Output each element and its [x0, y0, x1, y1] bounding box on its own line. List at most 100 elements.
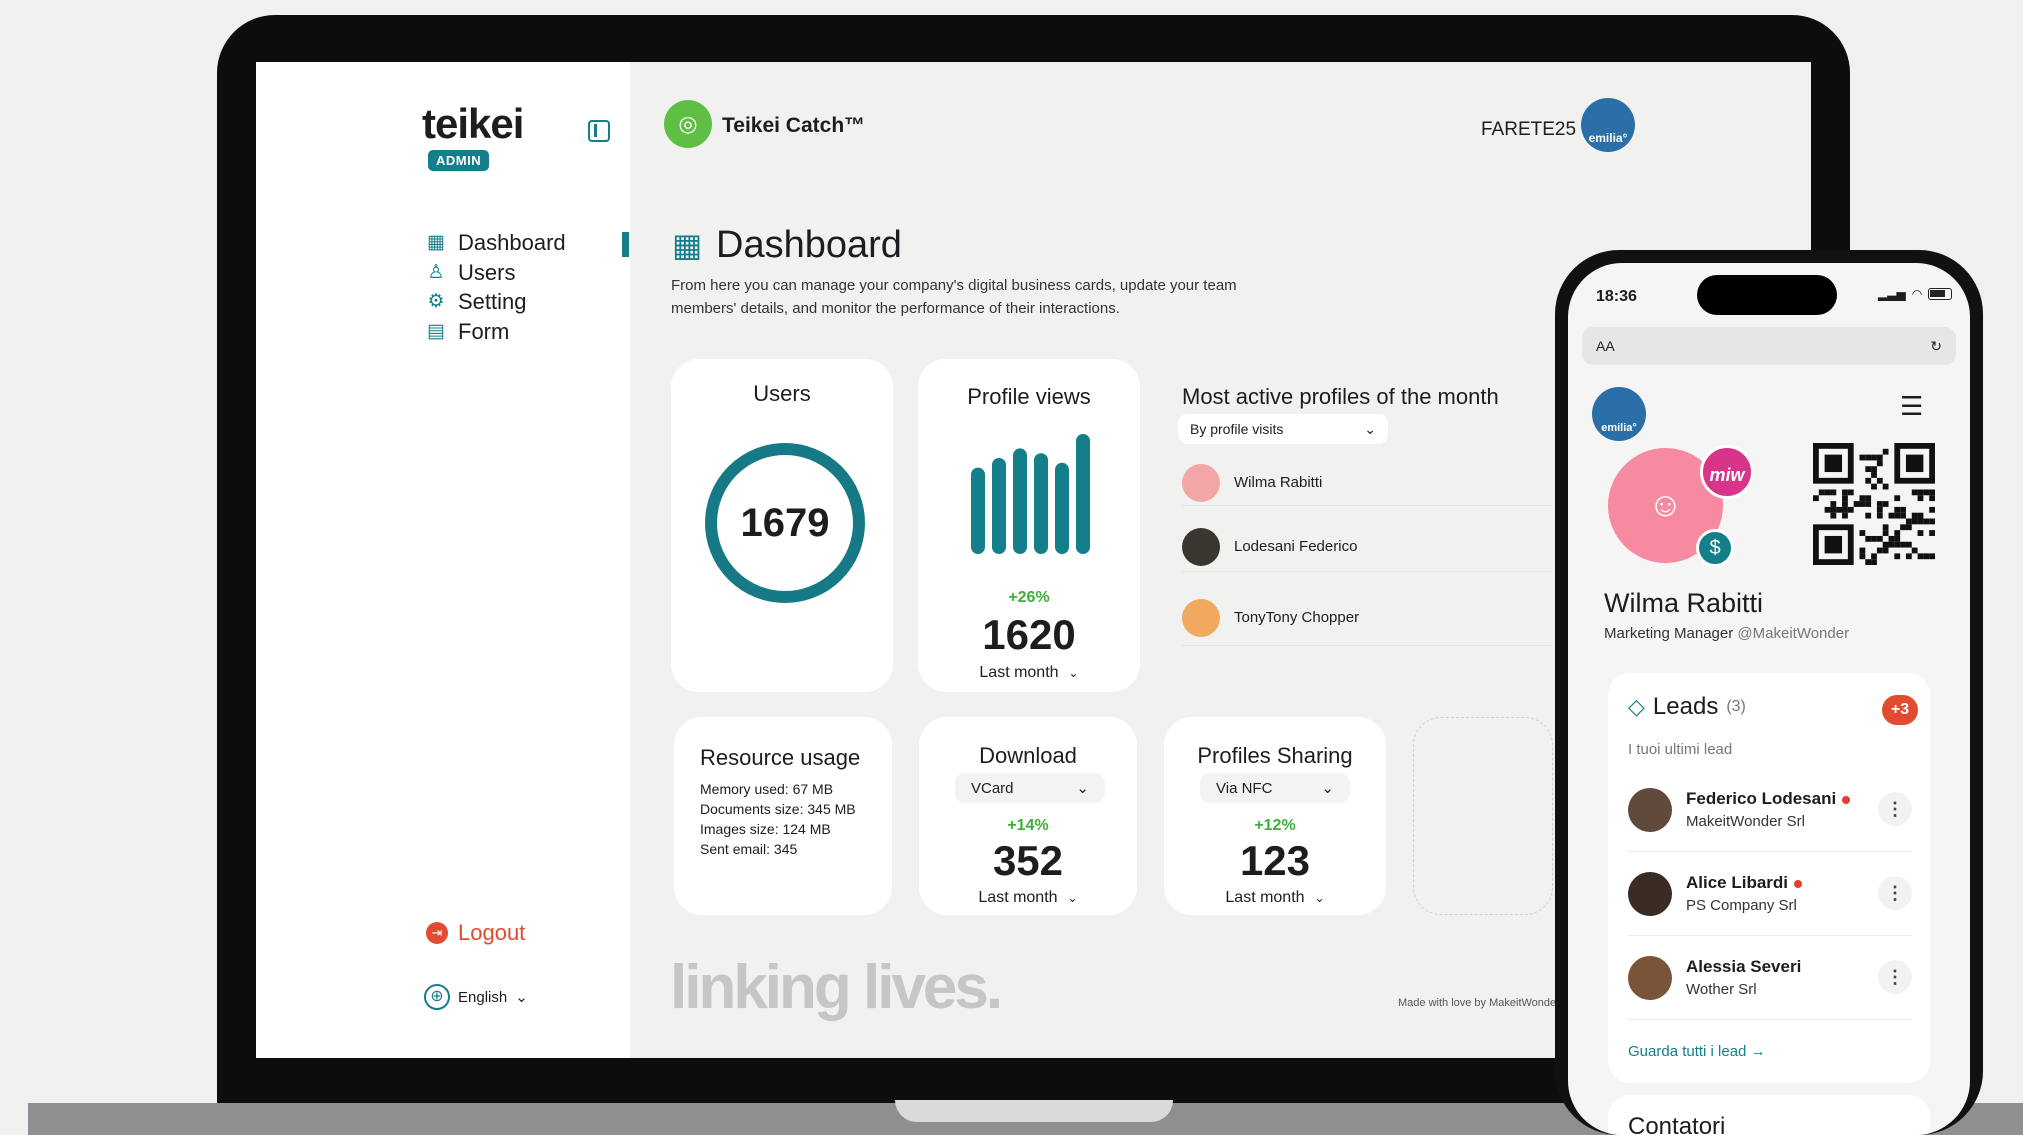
phone-screen: 18:36 ▂▃▅ ◠ AA ↻ emilia° ☰ ☺ miw $ Wilma R… [1568, 263, 1970, 1135]
profile-views-bar [1055, 462, 1069, 554]
period-select[interactable]: Last month ⌄ [1164, 889, 1386, 907]
qr-module [1847, 506, 1854, 513]
status-time: 18:36 [1596, 288, 1637, 305]
more-options-icon[interactable]: ⋮ [1878, 960, 1912, 994]
qr-module [1917, 489, 1924, 496]
more-options-icon[interactable]: ⋮ [1878, 792, 1912, 826]
sharing-filter[interactable]: Via NFC ⌄ [1200, 773, 1350, 803]
username: FARETE25 [1481, 119, 1577, 140]
qr-module [1824, 489, 1831, 496]
grid-icon: ▦ [427, 232, 445, 253]
download-card: Download VCard ⌄ +14% 352 Last month ⌄ [919, 717, 1137, 915]
qr-module [1882, 501, 1889, 507]
profile-views-change: +26% [1008, 589, 1050, 606]
form-icon: ▤ [427, 321, 445, 342]
qr-module [1859, 454, 1866, 461]
qr-module [1900, 506, 1906, 513]
qr-module [1905, 541, 1912, 548]
qr-module [1876, 535, 1883, 542]
text-size-button[interactable]: AA [1596, 338, 1615, 354]
reload-icon[interactable]: ↻ [1930, 338, 1942, 355]
qr-module [1818, 489, 1825, 496]
admin-badge: ADMIN [428, 150, 490, 171]
qr-module [1876, 454, 1883, 461]
logout-button[interactable]: ⇥ Logout [426, 920, 525, 946]
profile-avatar [1182, 598, 1220, 637]
qr-module [1900, 541, 1906, 548]
qr-module [1865, 454, 1872, 461]
qr-module [1894, 553, 1901, 560]
period-select[interactable]: Last month ⌄ [919, 889, 1137, 907]
nav-item-setting[interactable]: ⚙ Setting [426, 289, 526, 315]
leads-subtitle: I tuoi ultimi lead [1628, 741, 1733, 758]
teikei-logo: teikei [422, 100, 524, 147]
users-count: 1679 [740, 500, 830, 545]
qr-module [1929, 495, 1935, 502]
period-select[interactable]: Last month ⌄ [918, 664, 1140, 682]
qr-module [1859, 553, 1866, 560]
account-avatar[interactable]: emilia° [1581, 98, 1635, 152]
app-title: Teikei Catch™ [722, 114, 866, 137]
qr-module [1905, 553, 1912, 560]
qr-module [1888, 512, 1895, 519]
lead-item[interactable]: Federico Lodesani MakeitWonder Srl ⋮ [1628, 768, 1912, 852]
qr-module [1842, 495, 1848, 502]
qr-module [1876, 512, 1883, 519]
nav-item-form[interactable]: ▤ Form [426, 319, 509, 345]
logout-icon: ⇥ [426, 922, 448, 944]
qr-module [1911, 547, 1918, 554]
download-title: Download [979, 743, 1077, 768]
qr-module [1876, 477, 1883, 484]
profile-views-bar [1013, 448, 1027, 554]
active-profiles-filter[interactable]: By profile visits ⌄ [1178, 414, 1388, 444]
lead-item[interactable]: Alice Libardi PS Company Srl ⋮ [1628, 852, 1912, 936]
verified-icon: $ [1696, 529, 1734, 567]
view-all-leads-link[interactable]: Guarda tutti i lead → [1628, 1043, 1766, 1060]
browser-address-bar[interactable]: AA ↻ [1582, 327, 1956, 365]
hamburger-menu-icon[interactable]: ☰ [1900, 393, 1923, 419]
profile-row[interactable]: Lodesani Federico [1182, 522, 1552, 572]
qr-module [1888, 541, 1895, 548]
more-options-icon[interactable]: ⋮ [1878, 876, 1912, 910]
qr-module [1871, 535, 1877, 542]
qr-module [1882, 530, 1889, 536]
qr-module [1830, 512, 1837, 519]
page-title: Dashboard [716, 224, 902, 266]
sharing-value: 123 [1239, 837, 1311, 884]
qr-module [1894, 530, 1901, 536]
resource-usage-list: Memory used: 67 MB Documents size: 345 M… [700, 781, 856, 857]
signal-icon: ▂▃▅ [1878, 287, 1906, 301]
download-value: 352 [992, 837, 1064, 884]
qr-module [1894, 506, 1901, 513]
qr-module [1842, 501, 1848, 507]
qr-code[interactable] [1813, 443, 1935, 565]
language-select[interactable]: ⊕ English ⌄ [424, 984, 528, 1010]
lead-avatar [1628, 871, 1672, 916]
chevron-down-icon: ⌄ [1364, 420, 1376, 437]
qr-module [1923, 553, 1930, 560]
unread-dot [1794, 879, 1803, 888]
resource-usage-title: Resource usage [700, 745, 861, 770]
collapse-sidebar-icon[interactable] [588, 120, 610, 142]
nav-item-users[interactable]: ♙ Users [426, 260, 515, 286]
diamond-icon: ◇ [1628, 694, 1645, 719]
download-filter[interactable]: VCard ⌄ [955, 773, 1105, 803]
qr-module [1894, 512, 1901, 519]
profile-views-bar [1076, 434, 1090, 554]
gear-icon: ⚙ [427, 291, 445, 312]
qr-module [1824, 535, 1843, 554]
profile-views-card: Profile views +26% 1620 Last month ⌄ [918, 359, 1140, 692]
leads-header: ◇ Leads (3) [1628, 693, 1746, 720]
qr-module [1917, 512, 1924, 519]
qr-module [1847, 489, 1854, 496]
qr-module [1836, 506, 1843, 513]
nav-item-dashboard[interactable]: ▦ Dashboard [426, 230, 566, 256]
profile-row[interactable]: TonyTony Chopper [1182, 590, 1552, 646]
qr-module [1917, 530, 1924, 536]
profile-row[interactable]: Wilma Rabitti [1182, 460, 1552, 506]
qr-module [1894, 535, 1901, 542]
profiles-sharing-title: Profiles Sharing [1197, 743, 1353, 768]
qr-module [1859, 530, 1866, 536]
lead-item[interactable]: Alessia Severi Wother Srl ⋮ [1628, 936, 1912, 1020]
users-card-title: Users [753, 381, 811, 406]
